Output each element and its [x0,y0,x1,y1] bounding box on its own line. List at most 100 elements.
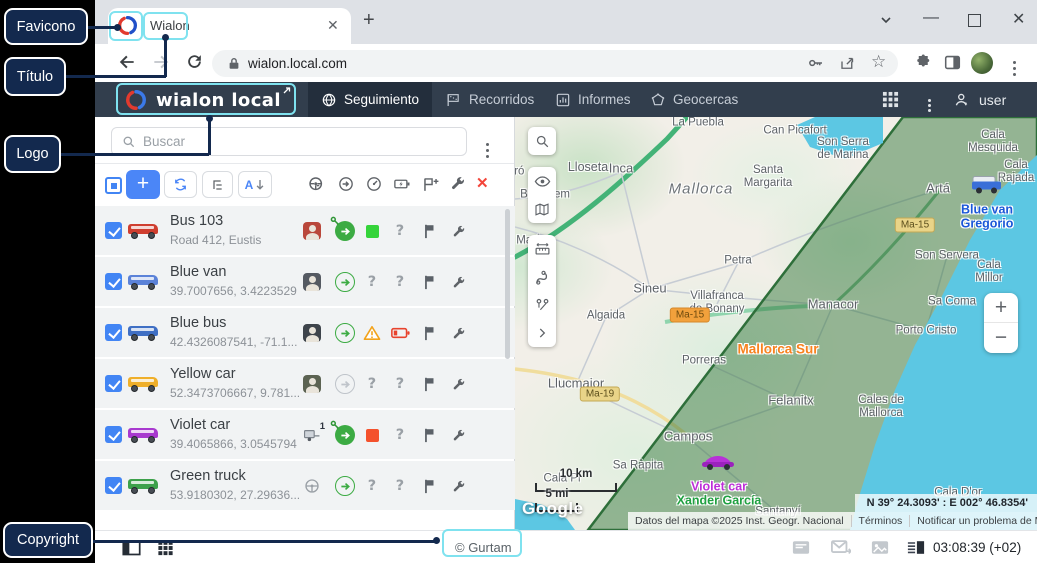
sort-button[interactable]: A [238,171,272,198]
apps-grid-icon[interactable] [882,91,899,108]
unit-checkbox[interactable] [105,375,122,392]
tab-seguimiento[interactable]: Seguimiento [308,82,432,117]
tab-recorridos[interactable]: Recorridos [432,82,547,117]
bookmark-star-icon[interactable]: ☆ [871,52,893,74]
search-row [95,117,514,164]
profile-avatar[interactable] [971,52,993,74]
flag-icon[interactable] [418,424,440,446]
wrench-icon[interactable] [447,475,469,497]
new-tab-button[interactable]: + [363,9,375,32]
connection-active-icon [334,322,356,344]
share-icon[interactable] [839,54,861,76]
unit-name[interactable]: Violet car [170,417,230,433]
add-unit-button[interactable]: + [126,170,160,199]
battery-filter-icon[interactable] [392,175,412,193]
window-maximize-button[interactable] [968,14,981,27]
unit-name[interactable]: Blue van [170,264,226,280]
key-icon[interactable] [807,54,829,76]
wrench-icon[interactable] [447,373,469,395]
unit-row-bus-103[interactable]: Bus 103 Road 412, Eustis ? [95,206,515,255]
terms-link[interactable]: Términos [851,515,910,527]
tab-geocercas[interactable]: Geocercas [637,82,751,117]
unit-row-blue-bus[interactable]: Blue bus 42.4326087541, -71.1... [95,308,515,357]
tab-informes[interactable]: Informes [542,82,644,117]
unit-checkbox[interactable] [105,477,122,494]
flag-icon[interactable] [418,373,440,395]
clear-x-icon[interactable]: ✕ [476,174,489,192]
question-icon: ? [389,271,411,293]
side-panel-icon[interactable] [944,54,966,76]
map-marker-violet-car[interactable] [700,453,736,471]
header-menu-dots-icon[interactable] [928,94,931,112]
nav-label: Recorridos [469,92,534,107]
stopped-red-square-icon [361,424,383,446]
map-layers-icon[interactable] [528,195,556,223]
map-search-tool[interactable] [528,127,556,155]
back-icon[interactable] [117,52,139,74]
hierarchy-button[interactable] [202,171,233,198]
wrench-icon[interactable] [447,220,469,242]
flag-icon[interactable] [418,322,440,344]
search-input[interactable] [143,134,466,149]
unit-name[interactable]: Green truck [170,468,246,484]
route-icon[interactable] [528,263,556,291]
google-logo[interactable]: Google [522,499,584,519]
flag-icon[interactable] [418,271,440,293]
wrench-settings-icon[interactable] [449,175,466,192]
window-chevron-icon[interactable] [879,13,893,27]
messages-icon[interactable] [831,540,851,555]
unit-name[interactable]: Yellow car [170,366,236,382]
zoom-in-button[interactable]: + [984,293,1018,323]
flag-icon[interactable] [418,475,440,497]
forward-icon[interactable] [151,52,173,74]
ruler-icon[interactable] [528,235,556,263]
map-label: Cales de Mallorca [858,394,903,420]
table-columns-icon[interactable] [907,540,925,555]
zoom-out-button[interactable]: − [984,323,1018,353]
extensions-puzzle-icon[interactable] [915,53,937,75]
notices-icon[interactable] [792,540,810,555]
tab-close-icon[interactable]: ✕ [327,17,339,34]
unit-checkbox[interactable] [105,426,122,443]
unit-checkbox[interactable] [105,273,122,290]
window-minimize-button[interactable]: — [923,9,939,27]
user-icon[interactable] [953,91,971,109]
unit-location: 52.3473706667, 9.781... [170,386,300,400]
unit-row-blue-van[interactable]: Blue van 39.7007656, 3.4223529 ? ? [95,257,515,306]
flag-icon[interactable] [418,220,440,242]
list-scrollbar[interactable] [505,209,510,563]
reload-icon[interactable] [185,52,207,74]
refresh-button[interactable] [164,171,197,198]
report-problem-link[interactable]: Notificar un problema de Maps [909,515,1037,527]
unit-row-yellow-car[interactable]: Yellow car 52.3473706667, 9.781... ? ? [95,359,515,408]
map-search-icon[interactable] [528,127,556,155]
add-flag-icon[interactable] [421,175,440,194]
wrench-icon[interactable] [447,424,469,446]
unit-row-green-truck[interactable]: Green truck 53.9180302, 27.29636... ? ? [95,461,515,510]
url-text[interactable]: wialon.local.com [248,56,347,71]
chevron-right-icon[interactable] [528,319,556,347]
map-label: Inca [609,162,634,177]
wrench-icon[interactable] [447,271,469,293]
driver-filter-icon[interactable] [307,175,326,194]
connection-inactive-icon [334,373,356,395]
map[interactable]: La PueblaCan PicafortSon Serra de Marina… [515,117,1037,530]
browser-menu-icon[interactable] [1013,57,1035,79]
select-all-checkbox[interactable] [105,177,122,194]
visibility-eye-icon[interactable] [528,167,556,195]
track-points-icon[interactable] [528,291,556,319]
panel-menu-dots-icon[interactable] [486,139,489,157]
window-close-button[interactable]: ✕ [1012,9,1025,29]
map-marker-blue-van[interactable] [970,175,1004,196]
motion-filter-icon[interactable] [337,175,355,193]
unit-row-violet-car[interactable]: Violet car 39.4065866, 3.0545794 1 ? [95,410,515,459]
wrench-icon[interactable] [447,322,469,344]
unit-name[interactable]: Blue bus [170,315,226,331]
unit-checkbox[interactable] [105,324,122,341]
media-icon[interactable] [871,540,889,555]
unit-checkbox[interactable] [105,222,122,239]
unit-name[interactable]: Bus 103 [170,213,223,229]
user-name[interactable]: user [979,92,1006,108]
sensor-gauge-icon[interactable] [365,175,383,193]
units-toolbar: + A [95,164,514,206]
